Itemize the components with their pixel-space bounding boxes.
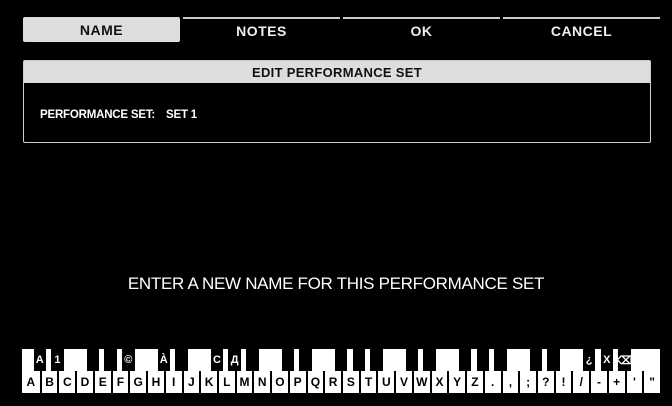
performance-set-row: PERFORMANCE SET: SET 1 — [40, 109, 197, 121]
key-white-19[interactable]: T — [358, 371, 377, 393]
key-white-3[interactable]: D — [75, 371, 93, 393]
key-black-2[interactable] — [86, 349, 100, 371]
tab-cancel[interactable]: CANCEL — [503, 17, 660, 42]
key-black-16[interactable] — [423, 349, 436, 371]
key-black-11[interactable] — [299, 349, 312, 371]
key-white-14[interactable]: O — [270, 371, 288, 393]
key-black-9[interactable] — [246, 349, 259, 371]
tab-ok[interactable]: OK — [343, 17, 500, 42]
key-white-31[interactable]: / — [571, 371, 590, 393]
key-black-4[interactable]: © — [122, 349, 135, 371]
instruction-text: ENTER A NEW NAME FOR THIS PERFORMANCE SE… — [127, 274, 545, 293]
key-black-6[interactable] — [175, 349, 188, 371]
character-keyboard: A B C D E F G H I J K L M N O P Q R S T U V W X Y Z.,;?! / - + ' " A 1 © À… — [22, 349, 660, 393]
key-black-17[interactable] — [458, 349, 472, 371]
key-black-19[interactable] — [494, 349, 507, 371]
key-black-22[interactable]: ¿ — [582, 349, 596, 371]
key-black-12[interactable] — [334, 349, 348, 371]
performance-set-value[interactable]: SET 1 — [166, 109, 197, 121]
key-black-23[interactable]: X — [600, 349, 614, 371]
key-white-5[interactable]: F — [110, 371, 129, 393]
key-black-0[interactable]: A — [33, 349, 46, 371]
key-white-1[interactable]: B — [39, 371, 58, 393]
key-black-20[interactable] — [529, 349, 543, 371]
key-black-5[interactable]: À — [157, 349, 170, 371]
key-white-8[interactable]: I — [163, 371, 182, 393]
key-white-2[interactable]: C — [57, 371, 76, 393]
key-white-33[interactable]: + — [606, 371, 625, 393]
key-white-30[interactable]: ! — [553, 371, 572, 393]
key-white-16[interactable]: Q — [305, 371, 324, 393]
key-black-10[interactable] — [281, 349, 295, 371]
key-white-22[interactable]: W — [411, 371, 430, 393]
key-black-3[interactable] — [104, 349, 117, 371]
key-black-24[interactable]: ⌫ — [617, 349, 632, 371]
performance-set-label: PERFORMANCE SET: — [40, 109, 156, 121]
key-white-35[interactable]: " — [642, 371, 660, 393]
key-white-32[interactable]: - — [589, 371, 607, 393]
key-white-9[interactable]: J — [181, 371, 200, 393]
key-black-1[interactable]: 1 — [51, 349, 64, 371]
key-white-15[interactable]: P — [287, 371, 306, 393]
key-white-23[interactable]: X — [429, 371, 448, 393]
key-white-26[interactable]: . — [482, 371, 501, 393]
key-black-15[interactable] — [405, 349, 419, 371]
key-white-20[interactable]: U — [376, 371, 395, 393]
key-black-18[interactable] — [476, 349, 489, 371]
key-white-11[interactable]: L — [216, 371, 235, 393]
key-white-7[interactable]: H — [146, 371, 164, 393]
panel-title: EDIT PERFORMANCE SET — [24, 61, 650, 83]
key-white-21[interactable]: V — [394, 371, 412, 393]
key-black-14[interactable] — [370, 349, 383, 371]
key-white-24[interactable]: Y — [447, 371, 466, 393]
key-white-25[interactable]: Z — [465, 371, 483, 393]
key-black-21[interactable] — [547, 349, 560, 371]
key-black-7[interactable]: C — [210, 349, 224, 371]
tab-name[interactable]: NAME — [23, 17, 180, 42]
key-white-34[interactable]: ' — [624, 371, 643, 393]
key-white-13[interactable]: N — [252, 371, 271, 393]
key-white-12[interactable]: M — [234, 371, 253, 393]
tab-notes[interactable]: NOTES — [183, 17, 340, 42]
edit-performance-set-panel: EDIT PERFORMANCE SET PERFORMANCE SET: SE… — [23, 60, 651, 143]
key-black-8[interactable]: Д — [228, 349, 241, 371]
key-white-4[interactable]: E — [92, 371, 111, 393]
key-white-29[interactable]: ? — [535, 371, 554, 393]
key-black-13[interactable] — [352, 349, 365, 371]
key-white-0[interactable]: A — [22, 371, 40, 393]
key-white-28[interactable]: ; — [518, 371, 536, 393]
key-white-18[interactable]: S — [341, 371, 359, 393]
key-white-6[interactable]: G — [128, 371, 147, 393]
key-white-10[interactable]: K — [199, 371, 217, 393]
key-white-17[interactable]: R — [323, 371, 341, 393]
key-white-27[interactable]: , — [500, 371, 519, 393]
